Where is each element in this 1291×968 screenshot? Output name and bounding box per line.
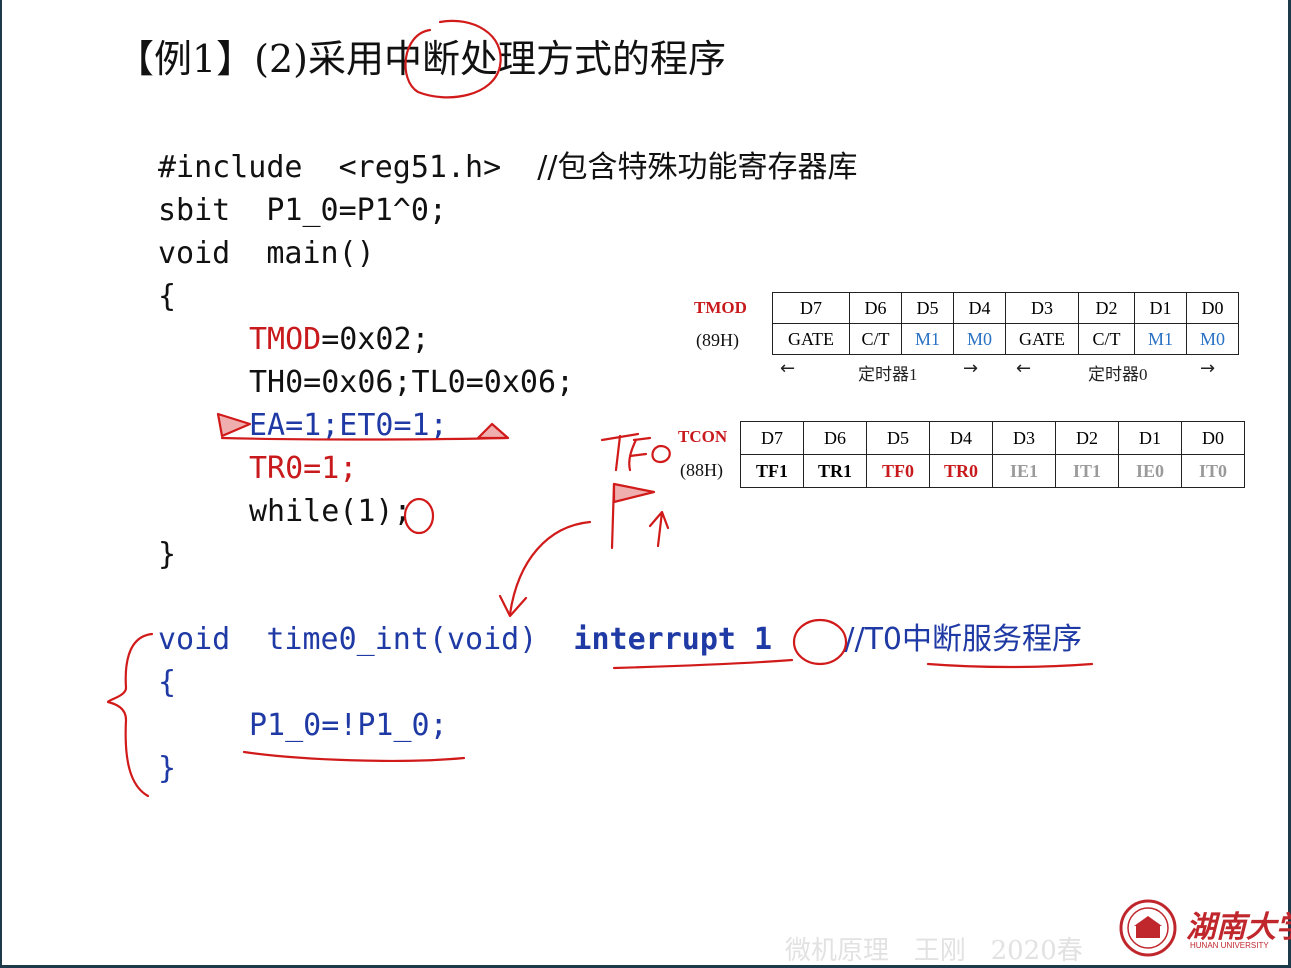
interrupt-number: 1 (735, 622, 773, 657)
tcon-value: IT0 (1181, 454, 1245, 488)
tcon-bit: D0 (1181, 421, 1245, 455)
tcon-register-table: D7 D6 D5 D4 D3 D2 D1 D0 TF1 TR1 TF0 TR0 … (740, 421, 1245, 488)
tmod-bit: D7 (772, 292, 850, 324)
university-name: 湖南大学 (1186, 910, 1291, 945)
tcon-bit: D5 (866, 421, 930, 455)
course-watermark: 微机原理 王刚 2020春 (785, 936, 1083, 966)
tcon-value: IE1 (992, 454, 1056, 488)
code-line-close-brace: } (158, 537, 177, 572)
tf0-handwritten-f (628, 436, 652, 472)
tmod-value: GATE (1005, 323, 1079, 355)
tmod-value: =0x02; (321, 322, 430, 357)
tcon-register-address: (88H) (680, 460, 723, 480)
interrupt-keyword: interrupt (573, 622, 736, 657)
tmod-bit: D5 (901, 292, 954, 324)
comment-underline-mark (926, 662, 1094, 669)
tcon-value: TR0 (929, 454, 993, 488)
interrupt-underline-mark (612, 658, 794, 670)
tmod-value: M0 (953, 323, 1006, 355)
tcon-register-name: TCON (678, 427, 728, 446)
tcon-value: IT1 (1055, 454, 1119, 488)
tmod-value: M0 (1186, 323, 1239, 355)
isr-spacer (772, 622, 844, 657)
code-line-isr-decl: void time0_int(void) interrupt 1 //T0中断服… (158, 618, 1082, 661)
tmod-value: C/T (1078, 323, 1135, 355)
timer0-label: 定时器0 (1088, 365, 1148, 384)
tcon-values-row: TF1 TR1 TF0 TR0 IE1 IT1 IE0 IT0 (740, 454, 1245, 488)
tcon-value: IE0 (1118, 454, 1182, 488)
tmod-value: M1 (901, 323, 954, 355)
code-line-isr-toggle: P1_0=!P1_0; (249, 708, 448, 743)
code-line-ea-et0: EA=1;ET0=1; (249, 408, 448, 443)
code-line-open-brace: { (158, 279, 177, 314)
tcon-bit: D2 (1055, 421, 1119, 455)
tcon-bit: D6 (803, 421, 867, 455)
isr-comment: //T0中断服务程序 (844, 622, 1082, 657)
code-line-main: void main() (158, 236, 375, 271)
code-line-sbit: sbit P1_0=P1^0; (158, 193, 447, 228)
tmod-bits-row: D7 D6 D5 D4 D3 D2 D1 D0 (772, 292, 1239, 324)
tf0-flag-pole (610, 482, 616, 550)
timer1-arrow-left: ← (780, 358, 796, 379)
tmod-bit: D4 (953, 292, 1006, 324)
et0-flag-mark (476, 422, 510, 440)
tf0-flag-mark (612, 482, 656, 504)
code-line-include: #include <reg51.h> //包含特殊功能寄存器库 (158, 146, 858, 189)
tmod-value: C/T (849, 323, 902, 355)
code-line-th0-tl0: TH0=0x06;TL0=0x06; (249, 365, 575, 400)
ea-flag-mark (216, 412, 252, 438)
tmod-bit: D1 (1134, 292, 1187, 324)
tmod-bit: D3 (1005, 292, 1079, 324)
tcon-bit: D4 (929, 421, 993, 455)
tmod-value: M1 (1134, 323, 1187, 355)
up-arrow-mark (648, 510, 670, 548)
tmod-register-name: TMOD (694, 298, 747, 317)
university-seal-icon (1119, 899, 1177, 957)
isr-brace-mark (106, 632, 154, 798)
tmod-bit: D2 (1078, 292, 1135, 324)
code-line-isr-open: { (158, 665, 177, 700)
tcon-bit: D7 (740, 421, 804, 455)
university-logo: 湖南大学 HUNAN UNIVERSITY (1118, 898, 1291, 960)
tcon-value: TR1 (803, 454, 867, 488)
curved-arrow-mark (508, 520, 592, 616)
timer0-arrow-right: → (1200, 358, 1216, 379)
tcon-value: TF1 (740, 454, 804, 488)
timer1-label: 定时器1 (858, 365, 918, 384)
code-line-tmod: TMOD=0x02; (249, 318, 430, 361)
frame-left (0, 0, 2, 968)
tf0-handwritten-o (651, 444, 671, 464)
include-comment: //包含特殊功能寄存器库 (537, 150, 858, 185)
code-line-tr0: TR0=1; (249, 451, 358, 486)
tcon-bit: D1 (1118, 421, 1182, 455)
tmod-values-row: GATE C/T M1 M0 GATE C/T M1 M0 (772, 323, 1239, 355)
tmod-bit: D6 (849, 292, 902, 324)
tmod-value: GATE (772, 323, 850, 355)
isr-signature: void time0_int(void) (158, 622, 574, 657)
timer1-arrow-right: → (963, 358, 979, 379)
curved-arrow-head (498, 594, 528, 618)
code-line-isr-close: } (158, 751, 177, 786)
tf0-handwritten-t (600, 432, 640, 472)
tmod-bit: D0 (1186, 292, 1239, 324)
tmod-register-table: D7 D6 D5 D4 D3 D2 D1 D0 GATE C/T M1 M0 G… (772, 292, 1239, 355)
tmod-register-address: (89H) (696, 330, 739, 350)
tcon-bit: D3 (992, 421, 1056, 455)
tcon-bits-row: D7 D6 D5 D4 D3 D2 D1 D0 (740, 421, 1245, 455)
timer0-arrow-left: ← (1016, 358, 1032, 379)
tmod-keyword: TMOD (249, 322, 322, 357)
university-name-en: HUNAN UNIVERSITY (1190, 941, 1269, 950)
tcon-value: TF0 (866, 454, 930, 488)
code-line-while: while(1); (249, 494, 412, 529)
include-text: #include <reg51.h> (158, 150, 538, 185)
toggle-underline-mark (242, 750, 466, 762)
slide-title: 【例1】(2)采用中断处理方式的程序 (116, 37, 727, 81)
